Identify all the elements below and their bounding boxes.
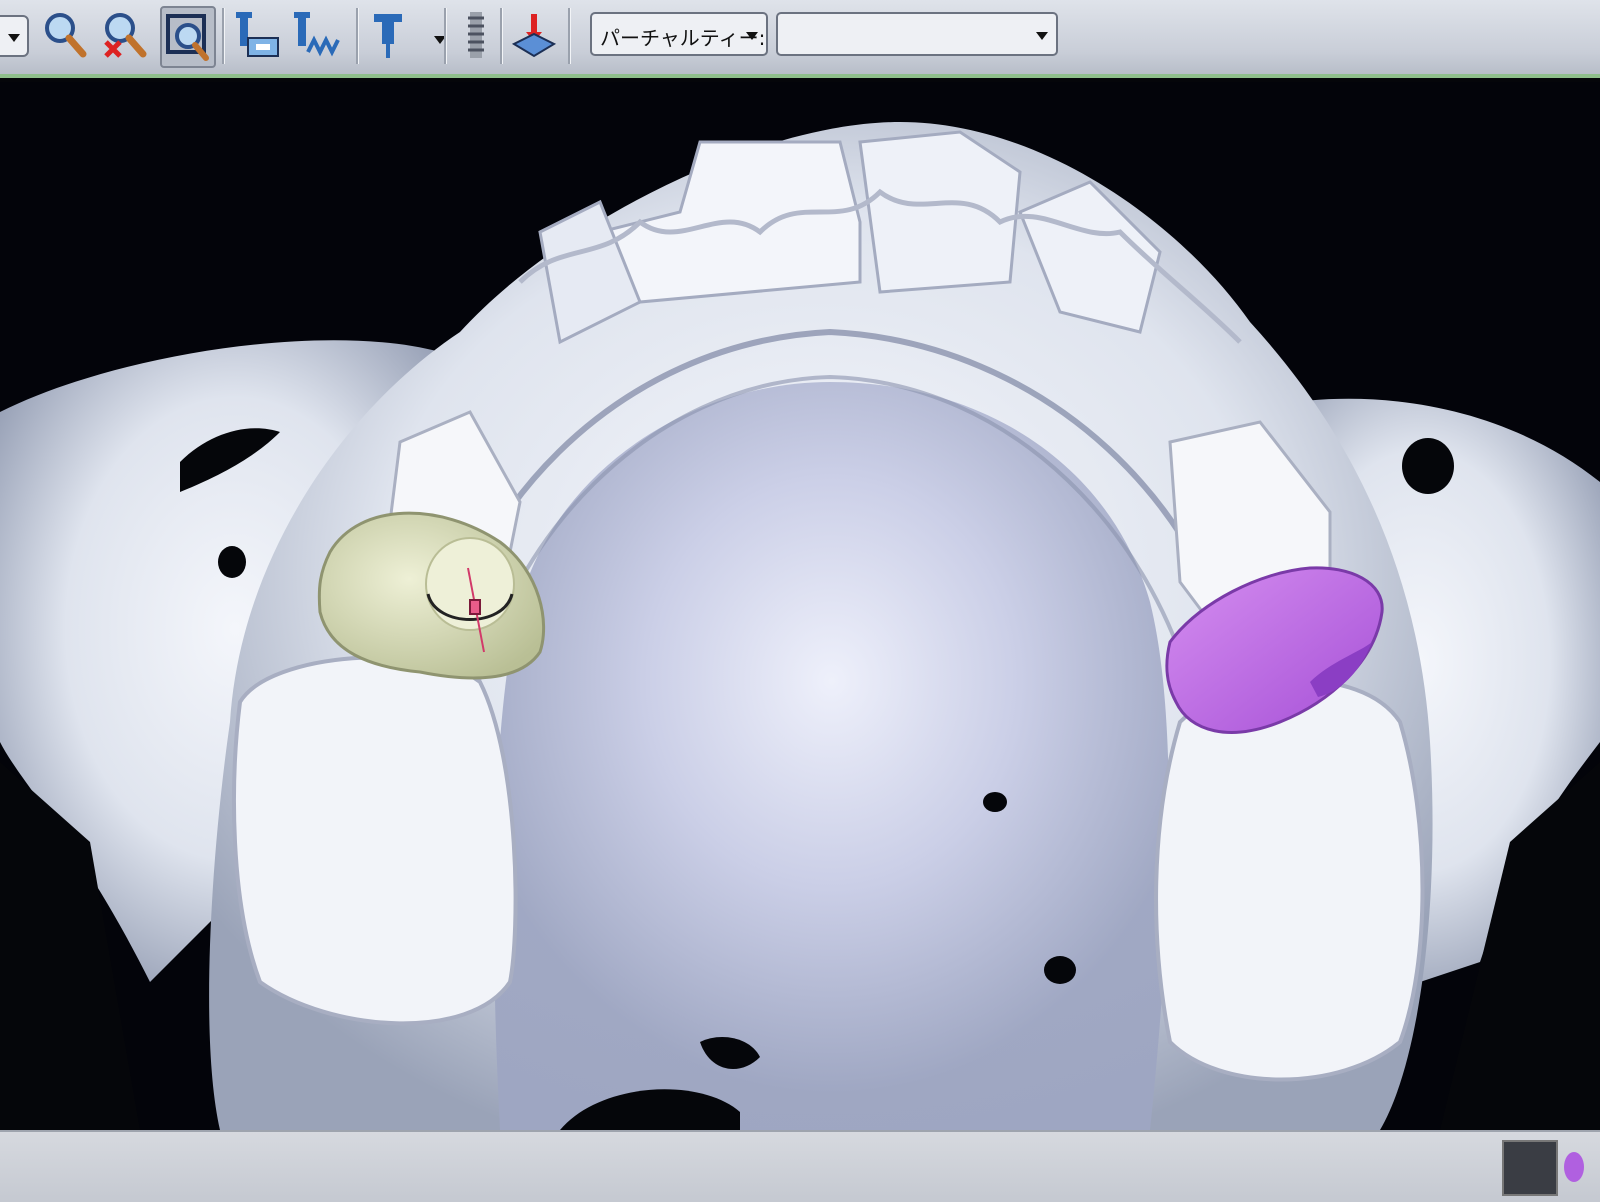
toolbar-separator (222, 8, 225, 64)
chevron-down-icon[interactable] (414, 6, 446, 64)
chevron-down-icon (1036, 32, 1048, 40)
implant-place-icon[interactable] (232, 6, 284, 64)
view-thumbnail[interactable] (1502, 1140, 1558, 1196)
3d-viewport[interactable] (0, 82, 1600, 1130)
mode-dropdown-value: パーチャルティー: (600, 26, 766, 50)
zoom-window-icon[interactable] (160, 6, 216, 68)
implant-tool-icon[interactable] (364, 6, 416, 64)
secondary-dropdown[interactable] (776, 12, 1058, 56)
toolbar-separator (500, 8, 503, 64)
toolbar: パーチャルティー: (0, 0, 1600, 78)
toolbar-separator (356, 8, 359, 64)
bone-model-render (0, 122, 1600, 1130)
color-indicator-icon (1564, 1152, 1584, 1182)
zoom-icon[interactable] (38, 6, 90, 64)
implant-multi-icon[interactable] (292, 6, 344, 64)
status-bar (0, 1130, 1600, 1202)
chevron-down-icon (746, 32, 758, 40)
dropdown-arrow-icon[interactable] (0, 6, 29, 64)
direction-icon[interactable] (508, 6, 560, 64)
zoom-reset-icon[interactable] (98, 6, 150, 64)
mode-dropdown[interactable]: パーチャルティー: (590, 12, 768, 56)
toolbar-separator (444, 8, 447, 64)
screw-icon[interactable] (450, 6, 502, 64)
toolbar-separator (568, 8, 571, 64)
